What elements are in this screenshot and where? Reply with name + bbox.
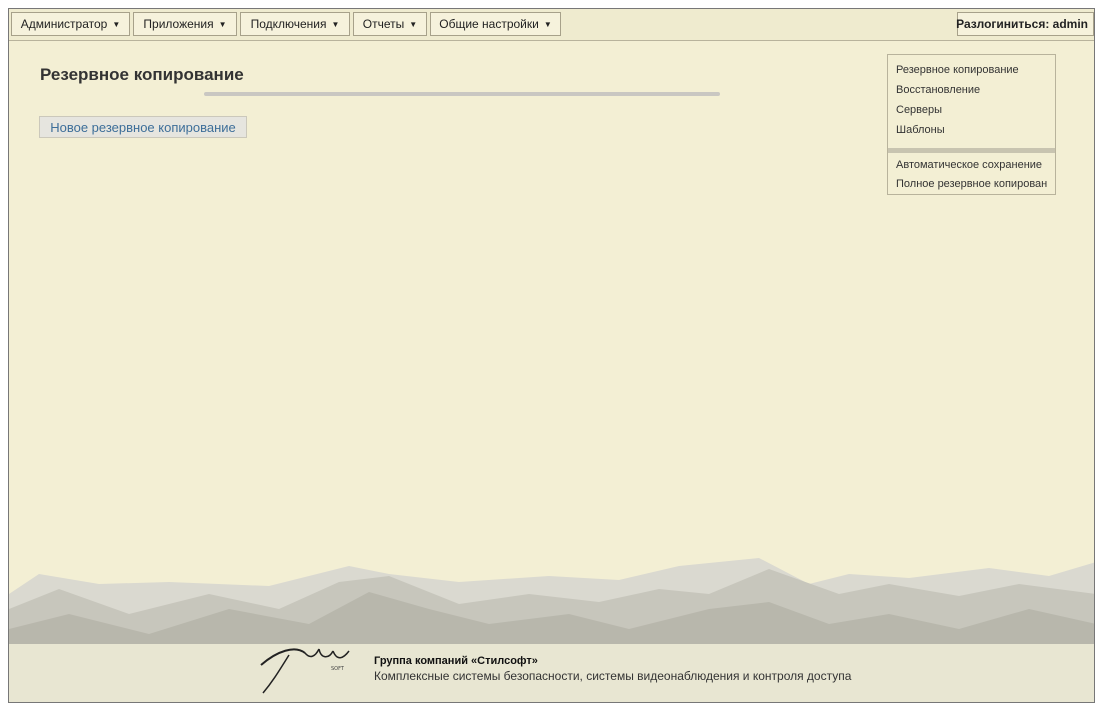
page-title: Резервное копирование: [40, 65, 244, 84]
menu-connections[interactable]: Подключения ▼: [240, 12, 350, 36]
sidebar-item-servers[interactable]: Серверы: [896, 104, 942, 116]
menu-general-settings-label: Общие настройки: [439, 17, 539, 31]
footer-subtitle: Комплексные системы безопасности, систем…: [374, 669, 852, 683]
sidebar-menu: Резервное копирование Восстановление Сер…: [887, 54, 1056, 195]
chevron-down-icon: ▼: [409, 19, 418, 29]
sidebar-item-restore[interactable]: Восстановление: [896, 84, 980, 96]
chevron-down-icon: ▼: [112, 19, 121, 29]
menu-general-settings[interactable]: Общие настройки ▼: [430, 12, 561, 36]
sidebar-item-autosave[interactable]: Автоматическое сохранение: [896, 159, 1042, 171]
chevron-down-icon: ▼: [218, 19, 227, 29]
footer-company-name: Группа компаний «Стилсофт»: [374, 655, 538, 667]
stilsoft-logo: SOFT: [260, 648, 350, 694]
menu-reports-label: Отчеты: [362, 17, 405, 31]
menu-applications[interactable]: Приложения ▼: [133, 12, 237, 36]
menu-connections-label: Подключения: [250, 17, 327, 31]
chevron-down-icon: ▼: [543, 19, 552, 29]
title-underline: [204, 92, 720, 96]
top-menu-bar: Администратор ▼ Приложения ▼ Подключения…: [9, 9, 1094, 41]
menu-reports[interactable]: Отчеты ▼: [353, 12, 427, 36]
menu-applications-label: Приложения: [143, 17, 214, 31]
menu-administrator[interactable]: Администратор ▼: [11, 12, 130, 36]
sidebar-item-templates[interactable]: Шаблоны: [896, 124, 945, 136]
logout-button[interactable]: Разлогиниться: admin: [956, 12, 1094, 36]
sidebar-item-backup[interactable]: Резервное копирование: [896, 64, 1019, 76]
chevron-down-icon: ▼: [331, 19, 340, 29]
sidebar-divider: [888, 148, 1055, 153]
sidebar-item-full-backup[interactable]: Полное резервное копирован: [896, 178, 1047, 190]
new-backup-button[interactable]: Новое резервное копирование: [39, 116, 247, 138]
menu-administrator-label: Администратор: [20, 17, 108, 31]
svg-text:SOFT: SOFT: [331, 666, 345, 672]
app-frame: Администратор ▼ Приложения ▼ Подключения…: [8, 8, 1095, 703]
